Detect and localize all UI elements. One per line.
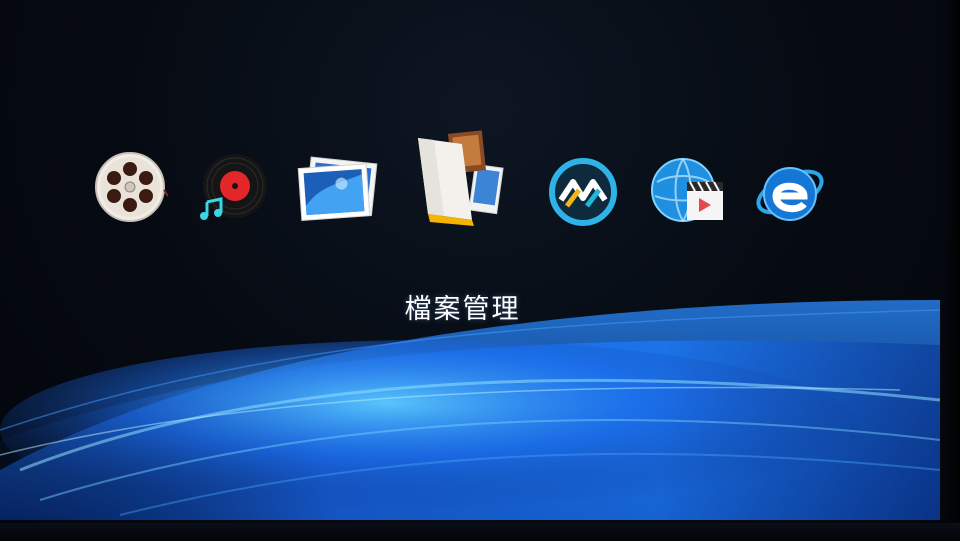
web-video-icon[interactable] — [651, 156, 729, 228]
screen-edge — [942, 0, 960, 541]
launcher-screen: 檔案管理 — [0, 0, 960, 541]
file-manager-icon[interactable] — [414, 128, 506, 228]
online-app-icon[interactable] — [547, 156, 619, 228]
music-record-icon[interactable] — [197, 152, 269, 224]
film-reel-icon[interactable] — [94, 150, 168, 224]
selected-app-label: 檔案管理 — [404, 294, 521, 325]
wave-background — [0, 300, 941, 520]
photo-gallery-icon[interactable] — [296, 154, 380, 224]
screen-bezel — [0, 523, 960, 541]
app-icon-row — [0, 120, 960, 240]
internet-explorer-icon[interactable] — [754, 156, 826, 228]
